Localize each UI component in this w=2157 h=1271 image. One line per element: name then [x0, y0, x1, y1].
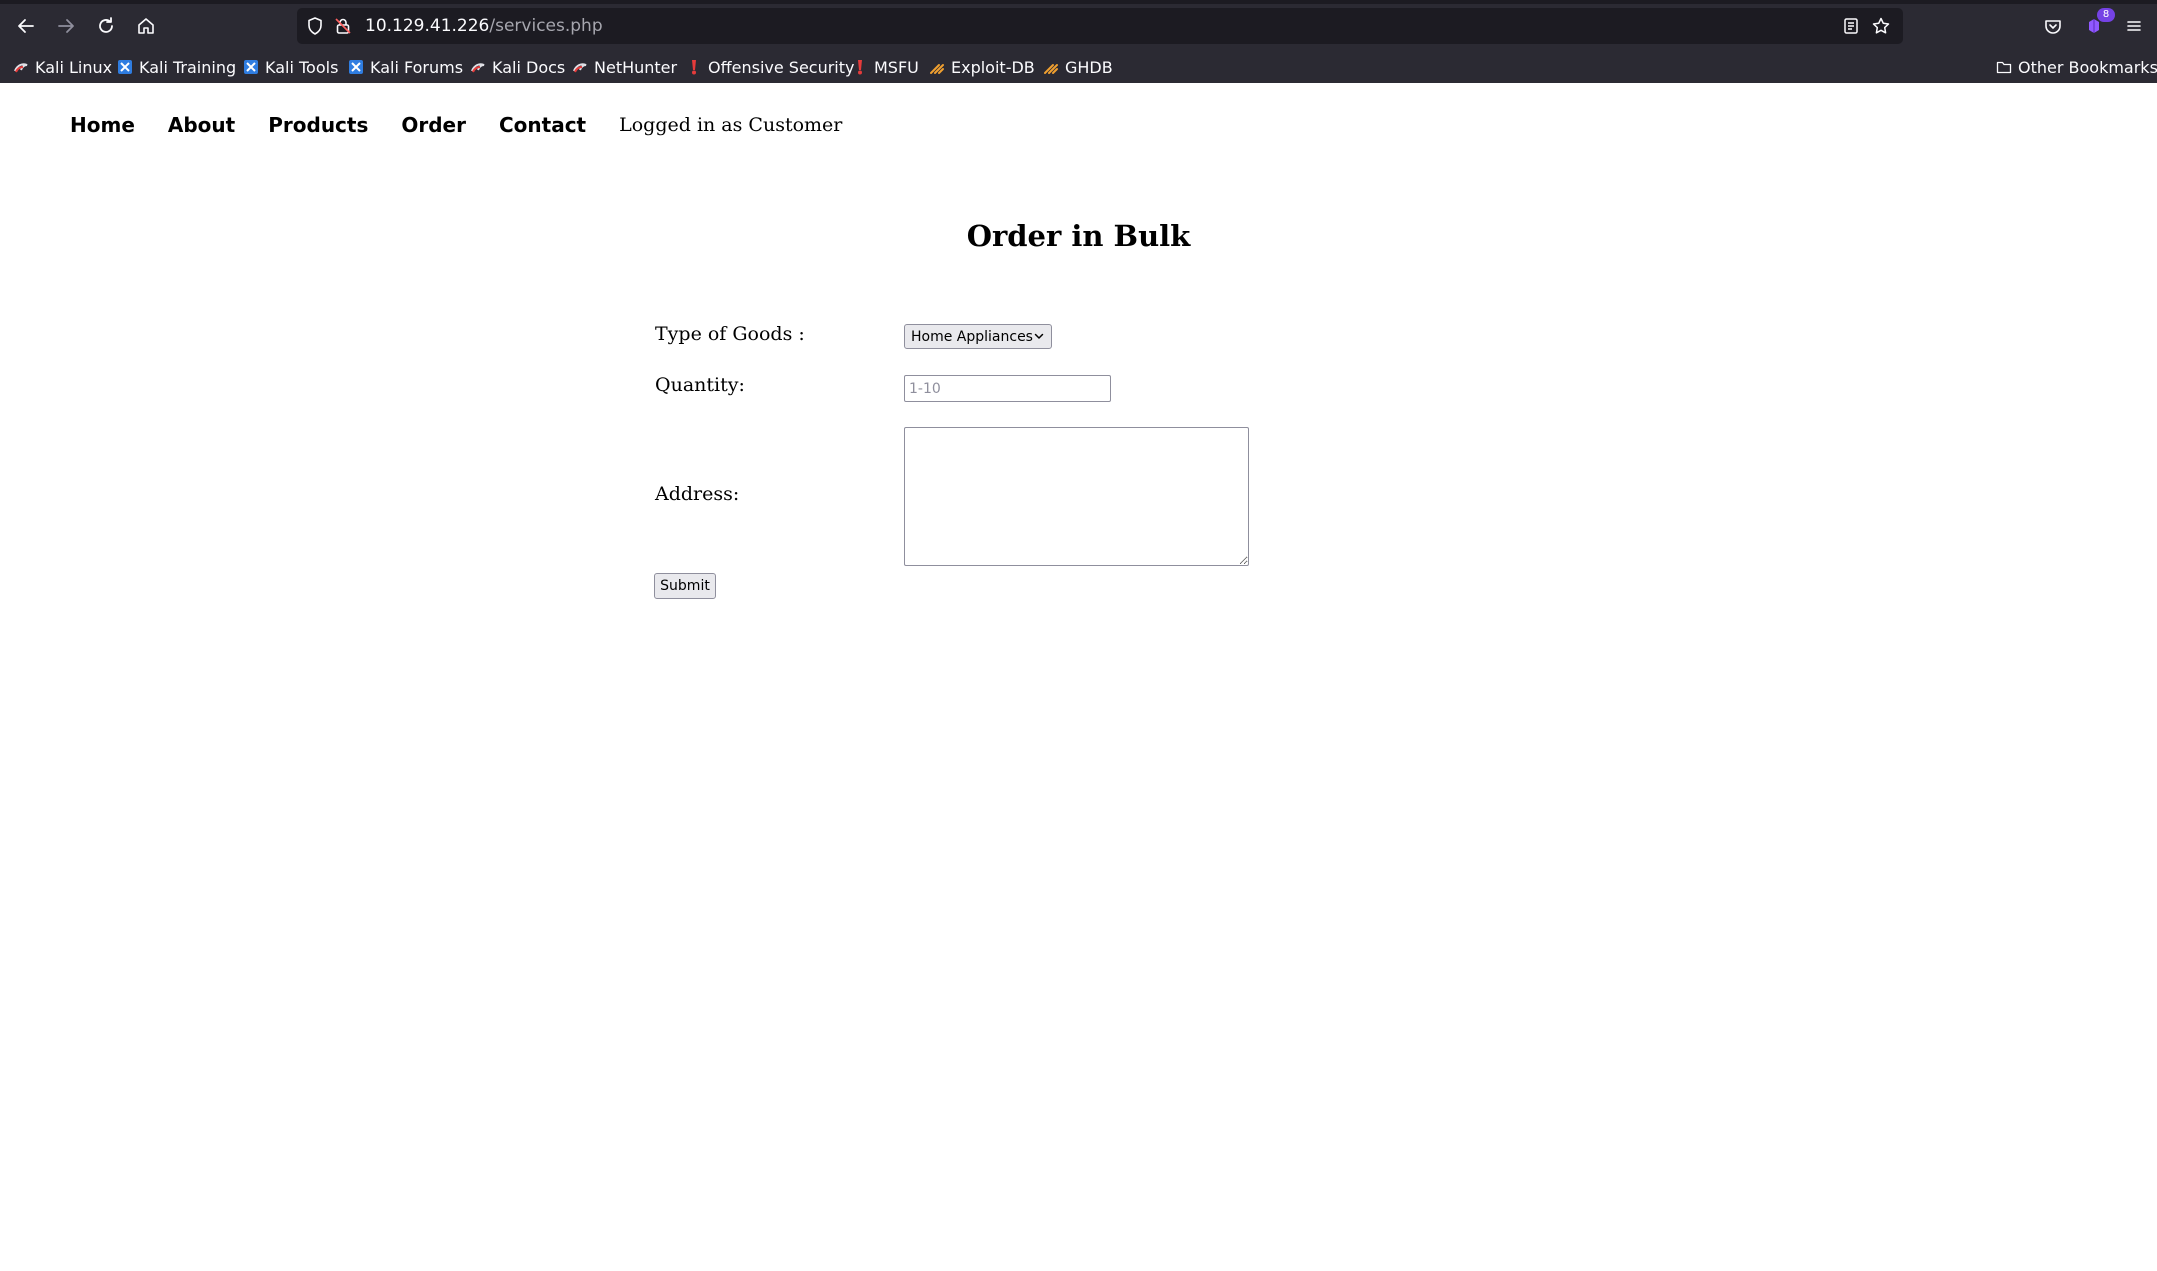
other-bookmarks[interactable]: Other Bookmarks	[1996, 56, 2157, 78]
page-content: Home About Products Order Contact Logged…	[0, 83, 2157, 1271]
url-host: 10.129.41.226	[365, 16, 490, 36]
quantity-input[interactable]	[904, 375, 1111, 402]
quantity-label: Quantity:	[655, 374, 745, 396]
tab-strip-edge	[0, 0, 2157, 4]
shield-icon[interactable]	[305, 16, 325, 36]
type-of-goods-value: Home Appliances	[911, 328, 1033, 345]
lock-icon[interactable]	[333, 16, 353, 36]
kali-dragon-icon	[470, 59, 486, 75]
home-icon[interactable]	[132, 12, 160, 40]
submit-button[interactable]: Submit	[654, 573, 716, 599]
folder-icon	[1996, 59, 2012, 75]
nav-link-home[interactable]: Home	[70, 113, 135, 137]
bookmark-kali-docs[interactable]: Kali Docs	[470, 56, 565, 78]
bookmark-msfu[interactable]: MSFU	[852, 56, 919, 78]
address-label: Address:	[655, 483, 740, 505]
kali-tools-icon	[243, 59, 259, 75]
other-bookmarks-label: Other Bookmarks	[2018, 57, 2157, 77]
type-of-goods-label: Type of Goods :	[655, 323, 805, 345]
offsec-icon	[686, 59, 702, 75]
bookmark-label: Kali Training	[139, 57, 237, 77]
offsec-icon	[852, 59, 868, 75]
bookmark-kali-training[interactable]: Kali Training	[117, 56, 236, 78]
site-nav: Home About Products Order Contact Logged…	[70, 110, 842, 140]
bookmark-kali-linux[interactable]: Kali Linux	[13, 56, 112, 78]
bookmark-label: Exploit-DB	[951, 57, 1035, 77]
bookmark-label: Kali Tools	[265, 57, 339, 77]
reader-view-icon[interactable]	[1841, 16, 1861, 36]
kali-forums-icon	[348, 59, 364, 75]
url-bar[interactable]: 10.129.41.226/services.php	[297, 8, 1903, 44]
bookmark-label: Offensive Security	[708, 57, 855, 77]
bookmark-label: NetHunter	[594, 57, 678, 77]
bookmark-label: Kali Linux	[35, 57, 113, 77]
bookmark-ghdb[interactable]: GHDB	[1043, 56, 1113, 78]
bookmark-offensive-security[interactable]: Offensive Security	[686, 56, 854, 78]
kali-dragon-icon	[572, 59, 588, 75]
bookmark-star-icon[interactable]	[1871, 16, 1891, 36]
bookmark-label: MSFU	[874, 57, 919, 77]
nav-link-contact[interactable]: Contact	[499, 113, 586, 137]
pocket-icon[interactable]	[2039, 12, 2067, 40]
extension-badge: 8	[2097, 8, 2115, 22]
logged-in-status: Logged in as Customer	[619, 114, 843, 136]
kali-dragon-icon	[13, 59, 29, 75]
nav-link-about[interactable]: About	[168, 113, 235, 137]
exploit-db-icon	[929, 59, 945, 75]
back-arrow-icon[interactable]	[12, 12, 40, 40]
nav-link-products[interactable]: Products	[268, 113, 368, 137]
reload-icon[interactable]	[92, 12, 120, 40]
kali-training-icon	[117, 59, 133, 75]
address-textarea[interactable]	[904, 427, 1249, 566]
browser-toolbar: 10.129.41.226/services.php 8 Kali Linux …	[0, 0, 2157, 83]
type-of-goods-select[interactable]: Home Appliances	[904, 324, 1052, 349]
bookmark-label: Kali Docs	[492, 57, 566, 77]
forward-arrow-icon[interactable]	[52, 12, 80, 40]
bookmark-nethunter[interactable]: NetHunter	[572, 56, 677, 78]
nav-link-order[interactable]: Order	[401, 113, 466, 137]
url-text[interactable]: 10.129.41.226/services.php	[365, 14, 603, 38]
bookmark-kali-forums[interactable]: Kali Forums	[348, 56, 463, 78]
exploit-db-icon	[1043, 59, 1059, 75]
bookmarks-toolbar: Kali Linux Kali Training Kali Tools Kali…	[0, 52, 2157, 83]
bookmark-exploit-db[interactable]: Exploit-DB	[929, 56, 1035, 78]
chevron-down-icon	[1033, 330, 1045, 342]
bookmark-label: GHDB	[1065, 57, 1113, 77]
url-path: /services.php	[489, 16, 603, 36]
bookmark-kali-tools[interactable]: Kali Tools	[243, 56, 338, 78]
bookmark-label: Kali Forums	[370, 57, 464, 77]
page-title: Order in Bulk	[966, 219, 1191, 253]
hamburger-menu-icon[interactable]	[2120, 12, 2148, 40]
